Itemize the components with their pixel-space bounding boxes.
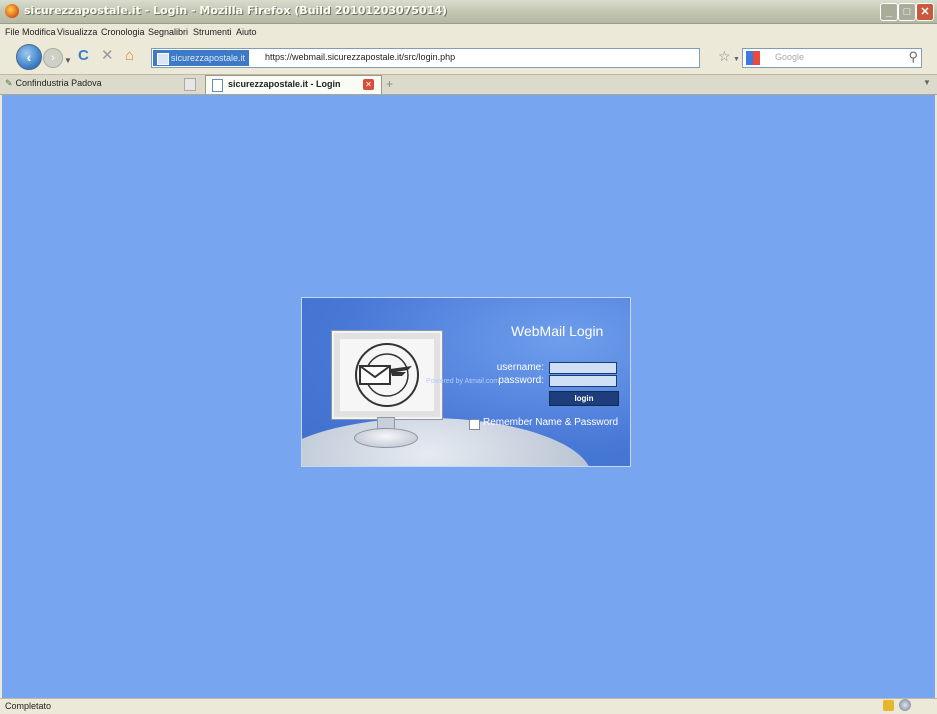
window-title: sicurezzapostale.it - Login - Mozilla Fi… — [24, 4, 447, 17]
close-tab-icon[interactable]: ✕ — [363, 79, 374, 90]
login-title: WebMail Login — [511, 323, 604, 339]
menu-aiuto[interactable]: Aiuto — [236, 27, 257, 37]
menu-modifica[interactable]: Modifica — [22, 27, 56, 37]
monitor-base — [354, 428, 418, 448]
stop-icon[interactable]: ✕ — [101, 47, 114, 65]
address-bar[interactable]: sicurezzapostale.it https://webmail.sicu… — [151, 48, 700, 68]
sicurezza-postale-logo — [355, 343, 419, 407]
reload-icon[interactable]: C — [78, 47, 89, 65]
home-icon[interactable]: ⌂ — [125, 47, 134, 65]
star-icon[interactable]: ☆ — [718, 48, 731, 65]
page-icon — [184, 78, 196, 91]
username-input[interactable] — [549, 362, 617, 374]
powered-by-text[interactable]: Powered by Atmail.com — [426, 378, 499, 385]
search-input[interactable]: Google ⚲ — [742, 48, 922, 68]
new-tab-button[interactable]: + — [386, 77, 393, 91]
menu-visualizza[interactable]: Visualizza — [57, 27, 97, 37]
url-dropdown-icon[interactable]: ▼ — [733, 51, 740, 69]
menu-cronologia[interactable]: Cronologia — [101, 27, 145, 37]
search-placeholder: Google — [775, 52, 805, 62]
back-icon[interactable]: ‹ — [16, 44, 42, 70]
lock-icon[interactable] — [883, 700, 894, 711]
tab-active[interactable]: sicurezzapostale.it - Login ✕ — [205, 75, 382, 94]
browser-window: sicurezzapostale.it - Login - Mozilla Fi… — [0, 0, 937, 714]
menu-segnalibri[interactable]: Segnalibri — [148, 27, 188, 37]
maximize-button[interactable]: □ — [898, 3, 916, 21]
username-label: username: — [496, 362, 544, 373]
tab-list-icon[interactable]: ▼ — [923, 78, 931, 87]
monitor-graphic — [332, 331, 442, 419]
history-dropdown-icon[interactable]: ▼ — [64, 52, 72, 70]
password-input[interactable] — [549, 375, 617, 387]
menu-bar: File Modifica Visualizza Cronologia Segn… — [0, 24, 937, 41]
tab-inactive[interactable] — [180, 75, 200, 93]
url-text[interactable]: https://webmail.sicurezzapostale.it/src/… — [265, 52, 455, 62]
status-bar: Completato — [0, 698, 937, 714]
minimize-button[interactable]: _ — [880, 3, 898, 21]
search-icon[interactable]: ⚲ — [908, 49, 918, 65]
security-icon[interactable] — [899, 699, 911, 711]
menu-strumenti[interactable]: Strumenti — [193, 27, 232, 37]
page-icon — [212, 79, 223, 92]
login-button[interactable]: login — [549, 391, 619, 406]
forward-icon[interactable]: › — [43, 48, 63, 68]
status-text: Completato — [5, 701, 52, 711]
page-content: WebMail Login username: password: login … — [2, 95, 935, 698]
close-window-button[interactable]: ✕ — [916, 3, 934, 21]
firefox-icon — [5, 4, 19, 18]
remember-label[interactable]: Remember Name & Password — [483, 417, 618, 428]
tab-label: sicurezzapostale.it - Login — [228, 79, 341, 89]
bookmark-item[interactable]: Confindustria Padova — [5, 78, 102, 89]
search-engine-icon[interactable] — [746, 51, 760, 65]
remember-checkbox[interactable] — [469, 419, 480, 430]
site-identity-button[interactable]: sicurezzapostale.it — [153, 50, 250, 66]
title-bar: sicurezzapostale.it - Login - Mozilla Fi… — [0, 0, 937, 24]
tab-bar — [0, 74, 937, 95]
menu-file[interactable]: File — [5, 27, 20, 37]
logo-screen — [340, 339, 434, 411]
